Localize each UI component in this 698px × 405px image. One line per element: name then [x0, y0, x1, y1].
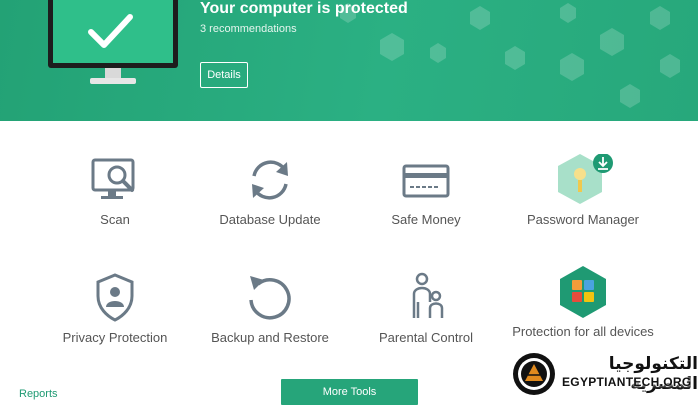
backup-restore-icon	[249, 276, 291, 320]
tile-label: Privacy Protection	[62, 330, 168, 345]
database-update-tile[interactable]: Database Update	[190, 154, 350, 228]
tile-label: Protection for all devices	[512, 324, 654, 339]
protection-devices-tile[interactable]: Protection for all devices	[503, 266, 663, 340]
details-button[interactable]: Details	[200, 62, 248, 88]
protected-monitor-icon	[48, 0, 178, 84]
status-banner: Your computer is protected 3 recommendat…	[0, 0, 698, 121]
parental-control-tile[interactable]: Parental Control	[346, 272, 506, 346]
privacy-shield-icon	[96, 273, 134, 322]
watermark-url-text: EGYPTIANTECH.ORG	[562, 375, 692, 389]
credit-card-icon	[402, 164, 450, 198]
status-title: Your computer is protected	[200, 0, 408, 17]
password-manager-tile[interactable]: Password Manager	[503, 154, 663, 228]
scan-tile[interactable]: Scan	[35, 154, 195, 228]
reports-link[interactable]: Reports	[19, 388, 58, 400]
devices-protection-icon	[560, 266, 606, 318]
tile-label: Scan	[100, 212, 130, 227]
scan-monitor-icon	[91, 158, 135, 199]
tile-label: Parental Control	[379, 330, 473, 345]
recommendations-count[interactable]: 3 recommendations	[200, 23, 297, 35]
password-manager-icon	[558, 154, 613, 204]
safe-money-tile[interactable]: Safe Money	[346, 154, 506, 228]
tile-label: Password Manager	[527, 212, 639, 227]
family-icon	[412, 272, 444, 318]
privacy-protection-tile[interactable]: Privacy Protection	[35, 272, 195, 346]
tile-label: Database Update	[219, 212, 321, 227]
tile-label: Safe Money	[391, 212, 461, 227]
watermark: التكنولوجيا المصرية EGYPTIANTECH.ORG	[512, 352, 698, 400]
refresh-icon	[252, 160, 288, 200]
egyptiantech-logo-icon	[513, 353, 555, 395]
more-tools-button[interactable]: More Tools	[281, 379, 418, 405]
tile-label: Backup and Restore	[211, 330, 329, 345]
backup-restore-tile[interactable]: Backup and Restore	[190, 272, 350, 346]
